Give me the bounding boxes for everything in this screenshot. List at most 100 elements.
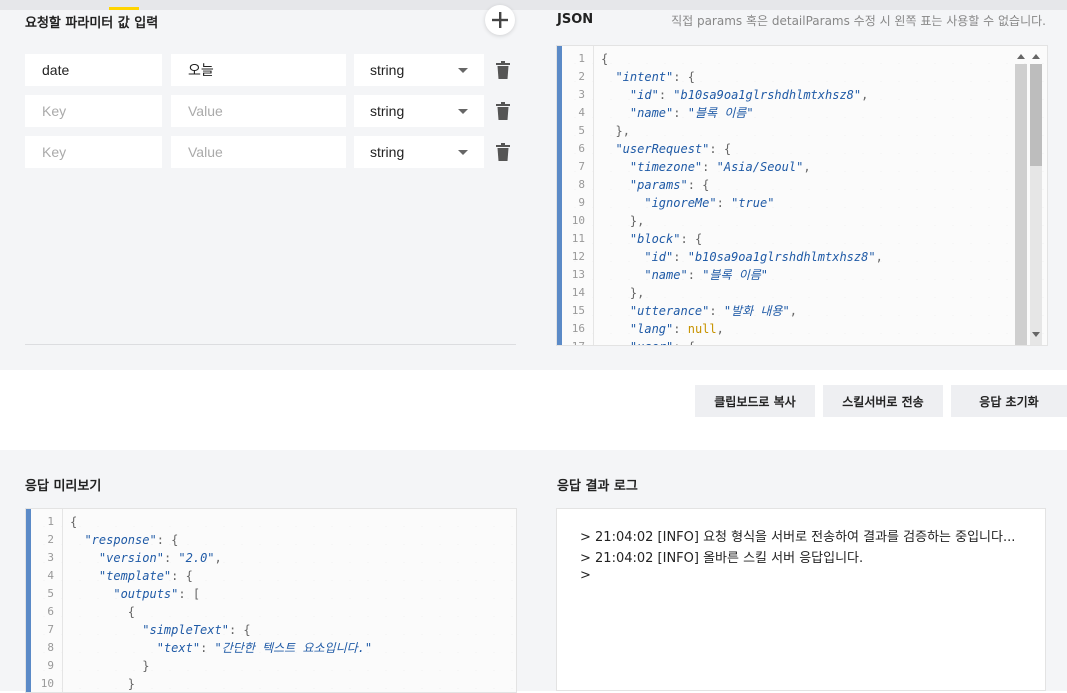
code-text: } — [127, 677, 136, 691]
trash-icon[interactable] — [496, 102, 510, 120]
code-text: "userRequest": { — [615, 142, 732, 156]
line-number: 3 — [578, 88, 585, 101]
plus-icon — [492, 12, 508, 28]
code-line: 5 "outputs": [ — [26, 585, 466, 603]
line-number: 1 — [47, 515, 54, 528]
line-number: 3 — [47, 551, 54, 564]
response-preview-editor[interactable]: 1{2 "response": {3 "version": "2.0", 4 "t… — [25, 508, 517, 693]
code-text: "outputs": [ — [113, 587, 201, 601]
code-text: { — [601, 52, 609, 66]
param-type-label: string — [370, 144, 405, 160]
trash-icon[interactable] — [496, 143, 510, 161]
code-text: "block": { — [629, 232, 703, 246]
code-text: "user": { — [601, 338, 695, 345]
code-text: "utterance": "발화 내용", — [629, 304, 797, 318]
param-type-select[interactable]: string — [354, 54, 484, 86]
code-line: 8 "params": { — [557, 176, 997, 194]
code-line: 9 } — [26, 657, 466, 675]
line-number: 7 — [578, 160, 585, 173]
code-text: "response": { — [84, 533, 179, 547]
scrollbar-track-left — [1015, 64, 1027, 345]
code-text: "version": "2.0", — [98, 551, 222, 565]
code-line: 4 "name": "블록 이름" — [557, 104, 997, 122]
code-line: 10 } — [26, 675, 466, 692]
line-number: 2 — [578, 70, 585, 83]
json-editor[interactable]: 1 {2 "intent": { 3 "id": "b10sa9oa1glrshdh… — [556, 45, 1048, 346]
code-line: 2 "response": { — [26, 531, 466, 549]
param-value-input[interactable] — [171, 95, 346, 127]
line-number: 8 — [578, 178, 585, 191]
code-text: "timezone": "Asia/Seoul", — [629, 160, 811, 174]
line-number: 8 — [47, 641, 54, 654]
line-number: 5 — [47, 587, 54, 600]
code-text: { — [127, 605, 136, 619]
trash-icon[interactable] — [496, 61, 510, 79]
line-number: 15 — [571, 304, 585, 317]
preview-section-title: 응답 미리보기 — [25, 479, 102, 494]
param-value-input[interactable] — [171, 54, 346, 86]
param-type-select[interactable]: string — [354, 136, 484, 168]
response-log-panel: > 21:04:02 [INFO] 요청 형식을 서버로 전송하여 결과를 검증… — [556, 508, 1046, 691]
active-tab-indicator — [109, 7, 139, 10]
log-section-title: 응답 결과 로그 — [557, 479, 638, 494]
code-line: 6 { — [26, 603, 466, 621]
line-number: 5 — [578, 124, 585, 137]
send-to-skill-server-button[interactable]: 스킬서버로 전송 — [823, 385, 943, 417]
param-key-input[interactable] — [25, 54, 162, 86]
line-number: 12 — [571, 250, 585, 263]
line-number: 6 — [578, 142, 585, 155]
scroll-down-icon[interactable] — [1032, 332, 1040, 337]
json-edit-note: 직접 params 혹은 detailParams 수정 시 왼쪽 표는 사용할… — [671, 14, 1046, 28]
code-line: 2 "intent": { — [557, 68, 997, 86]
param-key-input[interactable] — [25, 136, 162, 168]
code-line: 15 "utterance": "발화 내용", — [557, 302, 997, 320]
code-line: 6 "userRequest": { — [557, 140, 997, 158]
code-text: }, — [615, 124, 630, 138]
add-param-button[interactable] — [485, 5, 515, 35]
scroll-up-icon[interactable] — [1017, 54, 1025, 59]
code-line: 4 "template": { — [26, 567, 466, 585]
code-line: 1{ — [26, 513, 466, 531]
param-type-select[interactable]: string — [354, 95, 484, 127]
code-line: 7 "timezone": "Asia/Seoul", — [557, 158, 997, 176]
log-prompt: > — [580, 568, 591, 583]
line-number: 7 — [47, 623, 54, 636]
code-text: "name": "블록 이름" — [629, 106, 754, 120]
reset-response-button[interactable]: 응답 초기화 — [951, 385, 1067, 417]
line-number: 13 — [571, 268, 585, 281]
copy-to-clipboard-button[interactable]: 클립보드로 복사 — [695, 385, 815, 417]
log-line: > 21:04:02 [INFO] 요청 형식을 서버로 전송하여 결과를 검증… — [580, 530, 1016, 545]
log-line: > 21:04:02 [INFO] 올바른 스킬 서버 응답입니다. — [580, 551, 864, 566]
code-text: "params": { — [629, 178, 710, 192]
code-text: }, — [629, 286, 645, 300]
code-line: 7 "simpleText": { — [26, 621, 466, 639]
code-line: 3 "version": "2.0", — [26, 549, 466, 567]
params-divider — [25, 344, 516, 345]
param-key-input[interactable] — [25, 95, 162, 127]
json-section-title: JSON — [557, 12, 594, 27]
line-number: 16 — [571, 322, 585, 335]
scroll-up-icon[interactable] — [1032, 54, 1040, 59]
line-number: 4 — [47, 569, 54, 582]
code-line: 13 "name": "블록 이름" — [557, 266, 997, 284]
code-text: } — [142, 659, 150, 673]
param-value-input[interactable] — [171, 136, 346, 168]
line-number: 6 — [47, 605, 54, 618]
line-number: 4 — [578, 106, 585, 119]
json-editor-scrollbar[interactable] — [1015, 48, 1045, 345]
scrollbar-thumb[interactable] — [1030, 64, 1042, 166]
code-text: "name": "블록 이름" — [644, 268, 769, 282]
code-text: "ignoreMe": "true" — [644, 196, 775, 210]
code-text: "intent": { — [615, 70, 695, 84]
line-number: 9 — [578, 196, 585, 209]
code-text: }, — [629, 214, 645, 228]
code-text: "id": "b10sa9oa1glrshdhlmtxhsz8", — [644, 250, 883, 264]
code-line: 8 "text": "간단한 텍스트 요소입니다." — [26, 639, 466, 657]
line-number: 1 — [578, 52, 585, 65]
code-text: "id": "b10sa9oa1glrshdhlmtxhsz8", — [629, 88, 869, 102]
chevron-down-icon — [458, 109, 468, 114]
line-number: 14 — [571, 286, 585, 299]
code-line: 5 }, — [557, 122, 997, 140]
param-type-label: string — [370, 62, 405, 78]
line-number: 9 — [47, 659, 54, 672]
